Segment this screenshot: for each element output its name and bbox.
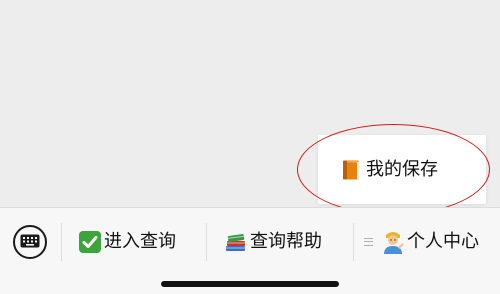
menu-divider — [61, 223, 62, 261]
popup-item-label: 我的保存 — [366, 159, 438, 180]
menu-divider — [353, 223, 354, 261]
menu-item-query-help[interactable]: 查询帮助 — [224, 225, 322, 259]
keyboard-toggle-button[interactable] — [13, 225, 47, 259]
check-mark-button-icon — [78, 230, 102, 254]
menu-divider — [206, 223, 207, 261]
keyboard-icon — [20, 233, 40, 252]
submenu-popup: 我的保存 — [318, 135, 486, 204]
books-icon — [224, 230, 248, 254]
menu-item-enter-query[interactable]: 进入查询 — [78, 225, 176, 259]
home-indicator[interactable] — [161, 281, 339, 287]
popup-item-my-saves[interactable]: 我的保存 — [340, 157, 438, 183]
book-icon — [340, 159, 362, 181]
submenu-lines-icon — [364, 238, 373, 246]
menu-item-label: 个人中心 — [407, 231, 479, 252]
menu-item-label: 进入查询 — [104, 231, 176, 252]
person-tipping-hand-icon — [381, 230, 405, 254]
menu-item-personal-center[interactable]: 个人中心 — [364, 225, 479, 259]
menu-item-label: 查询帮助 — [250, 231, 322, 252]
